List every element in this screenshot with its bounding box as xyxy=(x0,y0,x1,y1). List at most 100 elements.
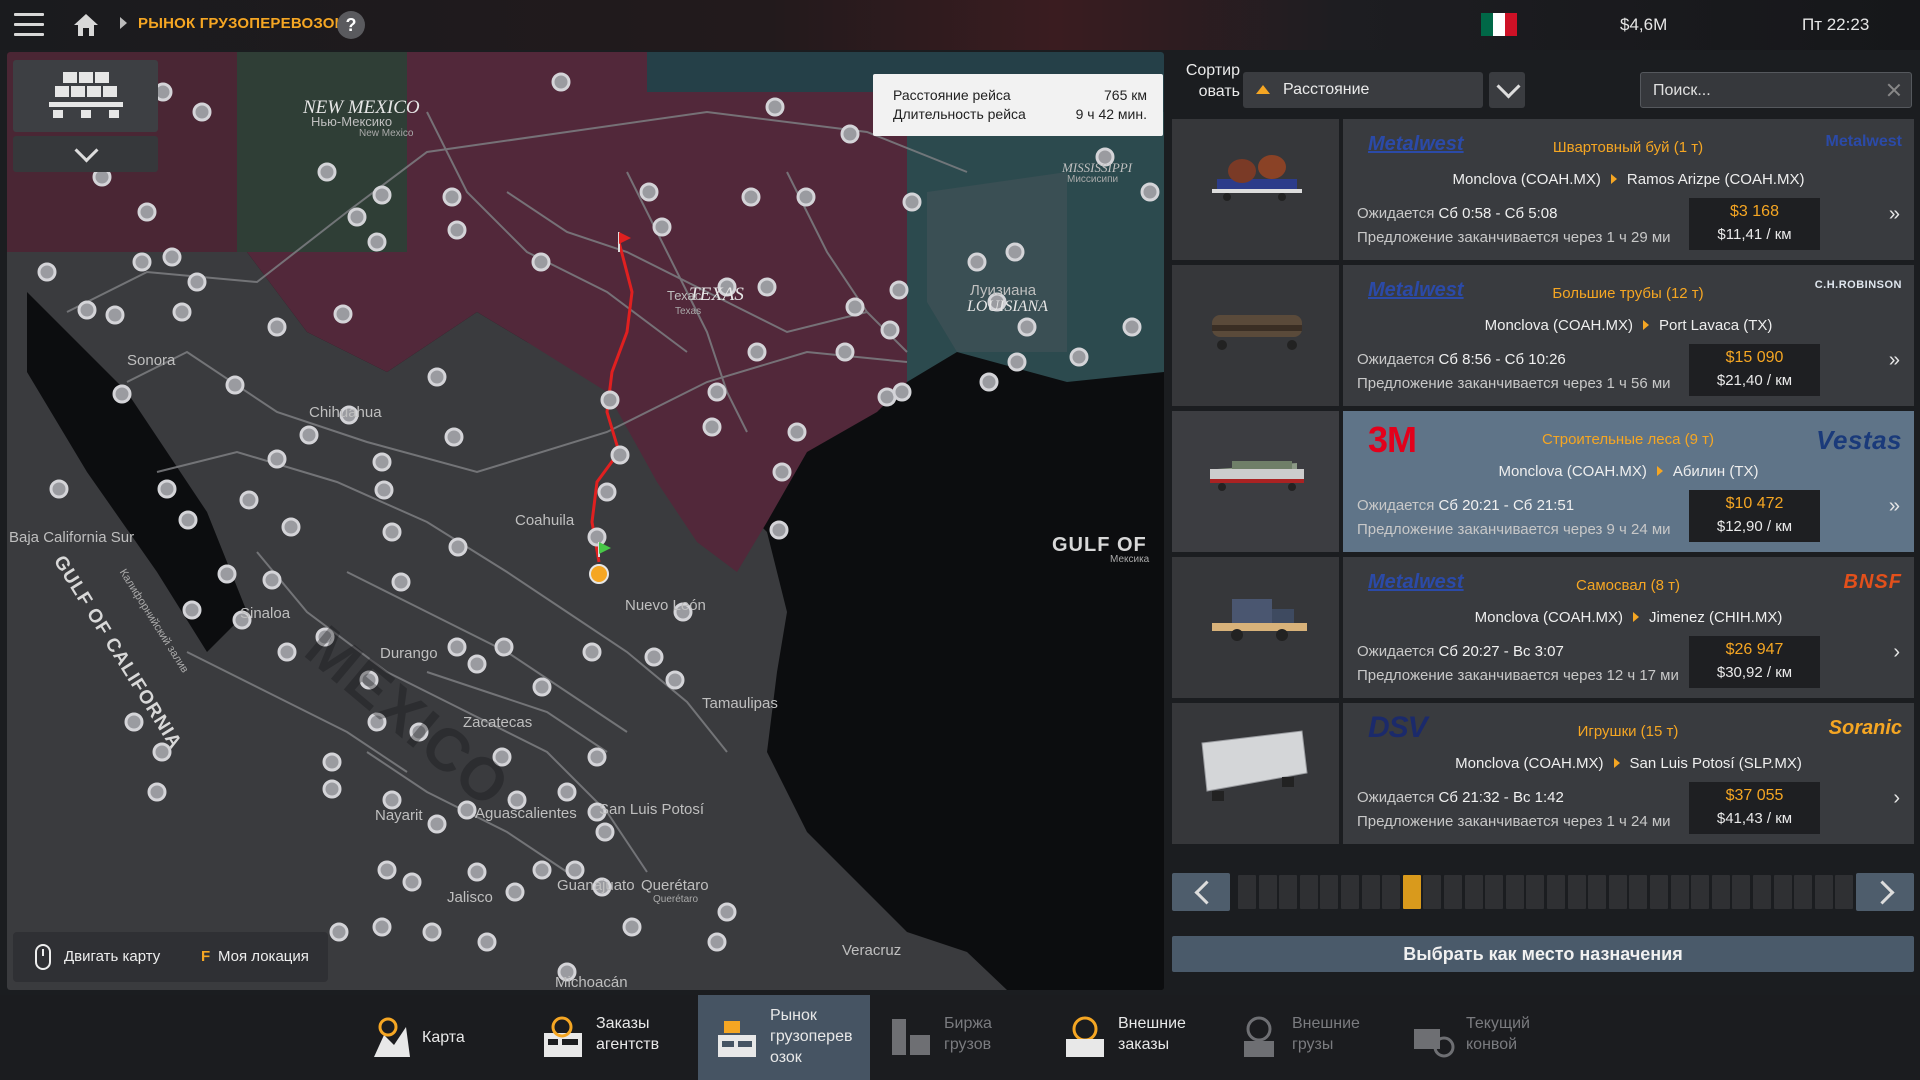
map-label-chihuahua: Chihuahua xyxy=(309,404,382,421)
job-offer-card[interactable]: Metalwest Большие трубы (12 т) C.H.ROBIN… xyxy=(1172,265,1914,406)
company-logo-target: BNSF xyxy=(1843,571,1902,593)
next-page-button[interactable] xyxy=(1856,873,1914,911)
page-indicator[interactable] xyxy=(1835,875,1854,909)
page-indicator[interactable] xyxy=(1814,875,1833,909)
route-from: Monclova (COAH.MX) xyxy=(1474,609,1623,626)
page-indicator[interactable] xyxy=(1444,875,1462,909)
route-to: San Luis Potosí (SLP.MX) xyxy=(1629,755,1802,772)
page-indicator[interactable] xyxy=(1608,875,1627,909)
page-indicator[interactable] xyxy=(1382,875,1401,909)
page-indicator[interactable] xyxy=(1650,875,1668,909)
home-icon[interactable] xyxy=(72,12,100,38)
bottom-tab-bar: Карта Заказы агентств Рынок грузоперев о… xyxy=(0,995,1920,1080)
menu-icon[interactable] xyxy=(14,13,44,37)
job-offer-card[interactable]: 3M Строительные леса (9 т) Vestas Monclo… xyxy=(1172,411,1914,552)
tab-cargo-exchange[interactable]: Биржа грузов xyxy=(872,995,1044,1080)
page-indicator[interactable] xyxy=(1732,875,1751,909)
page-indicator[interactable] xyxy=(1258,875,1277,909)
job-route: Monclova (COAH.MX) Ramos Arizpe (COAH.MX) xyxy=(1343,171,1914,188)
company-logo-target: Metalwest xyxy=(1825,133,1902,150)
game-clock: Пт 22:23 xyxy=(1802,15,1870,34)
page-indicator[interactable] xyxy=(1485,875,1504,909)
hint-my-location[interactable]: Моя локация xyxy=(218,948,309,965)
clear-search-icon[interactable] xyxy=(1886,82,1902,98)
job-details-arrow-icon[interactable]: › xyxy=(1893,787,1900,810)
cargo-filter-button[interactable] xyxy=(13,60,158,132)
map-view[interactable]: NEW MEXICO Нью-Мексико New Mexico Arizon… xyxy=(7,52,1164,990)
page-indicator[interactable] xyxy=(1464,875,1483,909)
offer-expiry: Предложение заканчивается через 12 ч 17 … xyxy=(1357,667,1679,684)
page-indicator[interactable] xyxy=(1629,875,1648,909)
expected-value: Сб 8:56 - Сб 10:26 xyxy=(1438,351,1566,368)
map-label-louisiana-ru: Луизиана xyxy=(970,282,1037,299)
map-label-jalisco: Jalisco xyxy=(447,889,493,906)
job-route: Monclova (COAH.MX) Port Lavaca (TX) xyxy=(1343,317,1914,334)
page-indicator[interactable] xyxy=(1567,875,1586,909)
tab-external-orders[interactable]: Внешние заказы xyxy=(1046,995,1218,1080)
map-label-aguascalientes: Aguascalientes xyxy=(475,805,577,822)
tab-map[interactable]: Карта xyxy=(350,995,522,1080)
page-indicator[interactable] xyxy=(1361,875,1380,909)
page-indicator[interactable] xyxy=(1773,875,1792,909)
job-details-arrow-icon[interactable]: › xyxy=(1893,641,1900,664)
job-price: $15 090 xyxy=(1725,349,1784,366)
page-indicator[interactable] xyxy=(1320,875,1339,909)
page-indicator[interactable] xyxy=(1505,875,1524,909)
page-indicator[interactable] xyxy=(1691,875,1710,909)
expected-label: Ожидается xyxy=(1357,789,1435,806)
page-indicator[interactable] xyxy=(1711,875,1730,909)
company-logo-source: Metalwest xyxy=(1368,571,1464,593)
map-canvas xyxy=(7,52,1164,990)
tab-agency-orders[interactable]: Заказы агентств xyxy=(524,995,696,1080)
tab-external-cargo[interactable]: Внешние грузы xyxy=(1220,995,1392,1080)
job-price-per-km: $30,92 / км xyxy=(1716,664,1793,681)
cargo-filter-dropdown[interactable] xyxy=(13,136,158,172)
expected-value: Сб 20:27 - Вс 3:07 xyxy=(1438,643,1564,660)
page-indicator[interactable] xyxy=(1402,875,1421,909)
job-offer-card[interactable]: Metalwest Швартовный буй (1 т) Metalwest… xyxy=(1172,119,1914,260)
freight-market-icon xyxy=(718,1021,756,1057)
page-indicator[interactable] xyxy=(1299,875,1318,909)
company-logo-source: 3M xyxy=(1368,419,1417,460)
map-label-texas-ru: Техас xyxy=(667,288,702,303)
tab-convoy[interactable]: Текущий конвой xyxy=(1394,995,1566,1080)
offer-expiry: Предложение заканчивается через 1 ч 56 м… xyxy=(1357,375,1671,392)
job-details: 3M Строительные леса (9 т) Vestas Monclo… xyxy=(1343,411,1914,552)
prev-page-button[interactable] xyxy=(1172,873,1230,911)
page-indicator[interactable] xyxy=(1341,875,1359,909)
page-indicator[interactable] xyxy=(1753,875,1771,909)
job-details: DSV Игрушки (15 т) Soranic Monclova (COA… xyxy=(1343,703,1914,844)
job-details-arrow-icon[interactable]: » xyxy=(1889,349,1900,372)
job-price-per-km: $11,41 / км xyxy=(1717,226,1792,243)
job-details-arrow-icon[interactable]: » xyxy=(1889,495,1900,518)
job-offer-card[interactable]: DSV Игрушки (15 т) Soranic Monclova (COA… xyxy=(1172,703,1914,844)
sort-select[interactable]: Расстояние xyxy=(1243,72,1483,108)
job-offer-card[interactable]: Metalwest Самосвал (8 т) BNSF Monclova (… xyxy=(1172,557,1914,698)
page-indicator[interactable] xyxy=(1588,875,1607,909)
page-indicator[interactable] xyxy=(1794,875,1813,909)
page-indicator[interactable] xyxy=(1423,875,1442,909)
trip-distance-value: 765 км xyxy=(1104,87,1147,103)
job-details-arrow-icon[interactable]: » xyxy=(1889,203,1900,226)
page-indicator[interactable] xyxy=(1547,875,1565,909)
job-route: Monclova (COAH.MX) Абилин (TX) xyxy=(1343,463,1914,480)
page-indicator[interactable] xyxy=(1238,875,1256,909)
page-indicator[interactable] xyxy=(1670,875,1689,909)
help-button[interactable]: ? xyxy=(337,11,365,39)
trip-distance-label: Расстояние рейса xyxy=(893,87,1011,103)
job-details: Metalwest Самосвал (8 т) BNSF Monclova (… xyxy=(1343,557,1914,698)
page-indicator[interactable] xyxy=(1526,875,1545,909)
sort-dropdown-button[interactable] xyxy=(1489,72,1525,108)
search-input[interactable] xyxy=(1651,79,1875,103)
map-label-nuevo-leon: Nuevo León xyxy=(625,597,706,614)
route-from: Monclova (COAH.MX) xyxy=(1455,755,1604,772)
tab-freight-market[interactable]: Рынок грузоперев озок xyxy=(698,995,870,1080)
page-indicator[interactable] xyxy=(1279,875,1298,909)
expected-value: Сб 20:21 - Сб 21:51 xyxy=(1438,497,1575,514)
job-route: Monclova (COAH.MX) San Luis Potosí (SLP.M… xyxy=(1343,755,1914,772)
select-destination-button[interactable]: Выбрать как место назначения xyxy=(1172,936,1914,972)
offer-expiry: Предложение заканчивается через 9 ч 24 м… xyxy=(1357,521,1671,538)
expected-value: Сб 0:58 - Сб 5:08 xyxy=(1438,205,1558,222)
map-label-veracruz: Veracruz xyxy=(842,942,902,959)
search-box[interactable] xyxy=(1640,72,1912,108)
